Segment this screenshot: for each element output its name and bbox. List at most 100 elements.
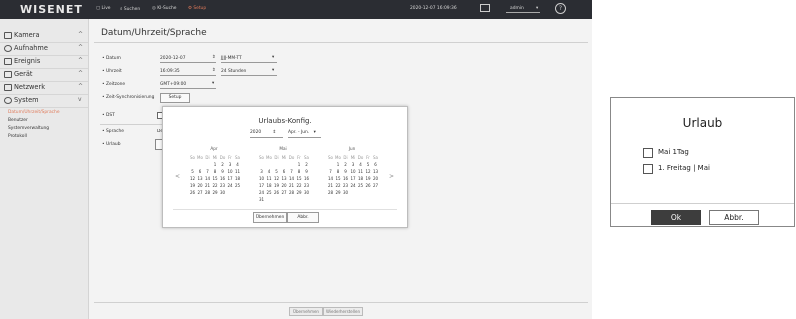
calendar-day[interactable]: 26 [273, 190, 280, 195]
prev-month-icon[interactable]: < [175, 173, 180, 180]
year-selector[interactable]: 2020 ⇕ [250, 130, 276, 135]
calendar-day[interactable]: 4 [357, 162, 364, 167]
monitor-icon[interactable] [480, 4, 490, 12]
calendar-day[interactable]: 30 [219, 190, 226, 195]
calendar-day[interactable]: 9 [303, 169, 310, 174]
calendar-day[interactable]: 20 [372, 176, 379, 181]
calendar-day[interactable]: 12 [273, 176, 280, 181]
calendar-day[interactable]: 29 [335, 190, 342, 195]
calendar-day[interactable]: 14 [327, 176, 334, 181]
calendar-day[interactable]: 14 [204, 176, 211, 181]
calendar-day[interactable]: 13 [197, 176, 204, 181]
datum-format[interactable]: JJJJ-MM-TT [221, 56, 242, 61]
calendar-day[interactable]: 5 [365, 162, 372, 167]
uhrzeit-format[interactable]: 24 Stunden [221, 69, 246, 74]
calendar-day[interactable]: 12 [189, 176, 196, 181]
calendar-day[interactable]: 22 [212, 183, 219, 188]
calendar-day[interactable]: 16 [219, 176, 226, 181]
calendar-day[interactable]: 7 [204, 169, 211, 174]
stepper-icon[interactable]: ⇕ [212, 55, 216, 60]
calendar-day[interactable]: 18 [234, 176, 241, 181]
submenu-benutzer[interactable]: Benutzer [8, 118, 28, 123]
apply-button[interactable]: Übernehmen [289, 307, 323, 316]
calendar-day[interactable]: 7 [288, 169, 295, 174]
calendar-day[interactable]: 4 [266, 169, 273, 174]
calendar-day[interactable]: 8 [335, 169, 342, 174]
calendar-day[interactable]: 19 [189, 183, 196, 188]
calendar-day[interactable]: 20 [281, 183, 288, 188]
sidebar-item-kamera[interactable]: Kamera ^ [0, 29, 88, 43]
datum-value[interactable]: 2020-12-07 [160, 56, 186, 61]
calendar-day[interactable]: 20 [197, 183, 204, 188]
calendar-day[interactable]: 14 [288, 176, 295, 181]
nav-live[interactable]: ▢ Live [96, 6, 111, 11]
calendar-day[interactable]: 13 [281, 176, 288, 181]
calendar-day[interactable]: 10 [350, 169, 357, 174]
calendar-day[interactable]: 15 [335, 176, 342, 181]
calendar-day[interactable]: 25 [234, 183, 241, 188]
submenu-systemverwaltung[interactable]: Systemverwaltung [8, 126, 49, 131]
nav-suchen[interactable]: ⌕ Suchen [120, 6, 140, 12]
calendar-day[interactable]: 3 [258, 169, 265, 174]
calendar-day[interactable]: 5 [189, 169, 196, 174]
calendar-day[interactable]: 15 [296, 176, 303, 181]
sidebar-item-system[interactable]: System v [0, 94, 88, 108]
stepper-icon[interactable]: ⇕ [273, 130, 277, 135]
calendar-day[interactable]: 10 [258, 176, 265, 181]
nav-setup[interactable]: ⚙ Setup [188, 6, 206, 11]
calendar-day[interactable]: 9 [219, 169, 226, 174]
sidebar-item-geraet[interactable]: Gerät ^ [0, 68, 88, 82]
zeitzone-value[interactable]: GMT+09:00 [160, 82, 186, 87]
calendar-day[interactable]: 1 [212, 162, 219, 167]
calendar-day[interactable]: 24 [350, 183, 357, 188]
calendar-day[interactable]: 28 [288, 190, 295, 195]
month-range-selector[interactable]: Apr. - Jun. ▾ [288, 130, 316, 135]
next-month-icon[interactable]: > [389, 173, 394, 180]
calendar-day[interactable]: 26 [365, 183, 372, 188]
calendar-day[interactable]: 2 [219, 162, 226, 167]
calendar-day[interactable]: 19 [365, 176, 372, 181]
calendar-day[interactable]: 17 [227, 176, 234, 181]
calendar-day[interactable]: 27 [281, 190, 288, 195]
calendar-day[interactable]: 8 [212, 169, 219, 174]
calendar-day[interactable]: 19 [273, 183, 280, 188]
calendar-day[interactable]: 10 [227, 169, 234, 174]
calendar-day[interactable]: 11 [234, 169, 241, 174]
calendar-day[interactable]: 8 [296, 169, 303, 174]
setup-button[interactable]: Setup [160, 93, 190, 103]
restore-button[interactable]: Wiederherstellen [323, 307, 363, 316]
calendar-day[interactable]: 22 [296, 183, 303, 188]
calendar-day[interactable]: 6 [281, 169, 288, 174]
sidebar-item-aufnahme[interactable]: Aufnahme ^ [0, 42, 88, 56]
calendar-day[interactable]: 23 [219, 183, 226, 188]
calendar-day[interactable]: 2 [342, 162, 349, 167]
nav-ki-suche[interactable]: ◎ KI-Suche [152, 6, 176, 11]
apply-button[interactable]: Übernehmen [253, 212, 287, 223]
calendar-day[interactable]: 11 [357, 169, 364, 174]
calendar-day[interactable]: 15 [212, 176, 219, 181]
uhrzeit-value[interactable]: 16:09:35 [160, 69, 180, 74]
stepper-icon[interactable]: ⇕ [212, 68, 216, 73]
calendar-day[interactable]: 24 [227, 183, 234, 188]
calendar-day[interactable]: 16 [303, 176, 310, 181]
calendar-day[interactable]: 13 [372, 169, 379, 174]
calendar-day[interactable]: 7 [327, 169, 334, 174]
calendar-day[interactable]: 26 [189, 190, 196, 195]
calendar-day[interactable]: 17 [350, 176, 357, 181]
calendar-day[interactable]: 23 [303, 183, 310, 188]
calendar-day[interactable]: 1 [335, 162, 342, 167]
calendar-day[interactable]: 21 [288, 183, 295, 188]
checkbox[interactable] [643, 148, 653, 158]
calendar-day[interactable]: 18 [357, 176, 364, 181]
checkbox[interactable] [643, 164, 653, 174]
calendar-day[interactable]: 3 [227, 162, 234, 167]
sidebar-item-netzwerk[interactable]: Netzwerk ^ [0, 81, 88, 95]
cancel-button[interactable]: Abbr. [287, 212, 319, 223]
calendar-day[interactable]: 21 [204, 183, 211, 188]
calendar-day[interactable]: 28 [327, 190, 334, 195]
submenu-datum-uhrzeit-sprache[interactable]: Datum/Uhrzeit/Sprache [8, 110, 60, 115]
cancel-button[interactable]: Abbr. [709, 210, 759, 225]
sidebar-item-ereignis[interactable]: Ereignis ^ [0, 55, 88, 69]
calendar-day[interactable]: 27 [372, 183, 379, 188]
calendar-day[interactable]: 30 [303, 190, 310, 195]
